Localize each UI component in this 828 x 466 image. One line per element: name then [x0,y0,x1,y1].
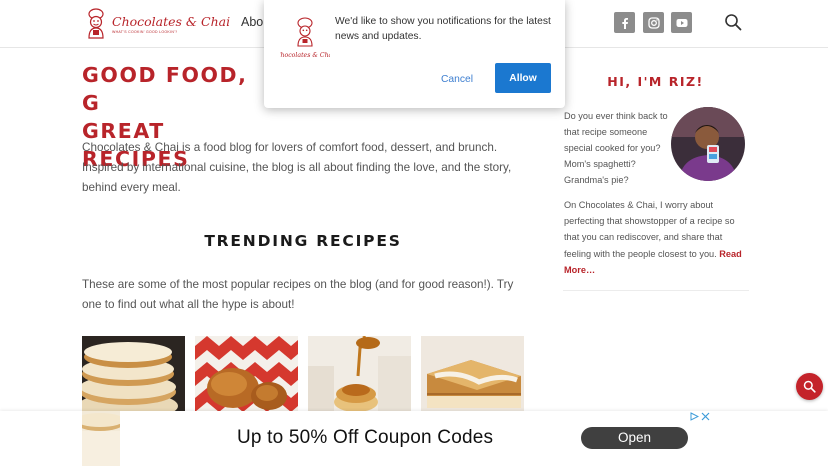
ad-banner[interactable]: Up to 50% Off Coupon Codes Open [0,411,828,466]
sidebar-intro-text: Do you ever think back to that recipe so… [564,111,668,185]
sidebar-about-text: On Chocolates & Chai, I worry about perf… [564,197,750,278]
logo-tagline: WHAT'S COOKIN' GOOD LOOKIN'? [112,30,178,34]
recipe-thumb-french-toast[interactable] [421,336,524,416]
ad-close-icon[interactable] [701,412,710,421]
ad-info-icon[interactable] [690,412,700,421]
recipe-thumb-pancakes[interactable] [82,336,185,416]
ad-open-button[interactable]: Open [581,427,688,449]
popup-message: We'd like to show you notifications for … [335,16,551,42]
intro-paragraph: Chocolates & Chai is a food blog for lov… [82,141,512,194]
svg-text:Chocolates & Chai: Chocolates & Chai [280,52,330,59]
instagram-icon[interactable] [643,12,664,33]
popup-logo-icon: Chocolates & Chai [276,16,334,62]
youtube-icon[interactable] [671,12,692,33]
author-avatar [671,107,745,181]
notification-permission-popup: Chocolates & Chai We'd like to show you … [264,0,565,108]
search-icon[interactable] [724,13,742,31]
facebook-icon[interactable] [614,12,635,33]
floating-search-button[interactable] [796,373,823,400]
ad-image [82,411,120,466]
recipe-thumb-mini-pancakes[interactable] [308,336,411,416]
ad-choices[interactable] [690,412,710,421]
allow-button[interactable]: Allow [495,63,551,93]
recipe-thumb-fried-chicken[interactable] [195,336,298,416]
trending-description: These are some of the most popular recip… [82,278,514,311]
logo-title: Chocolates & Chai [112,14,231,29]
sidebar-about-body: On Chocolates & Chai, I worry about perf… [564,200,735,259]
ad-headline: Up to 50% Off Coupon Codes [237,427,494,448]
sidebar-divider [563,290,749,291]
sidebar-title: HI, I'M RIZ! [607,74,704,89]
chef-mascot-icon [84,8,108,40]
cancel-button[interactable]: Cancel [434,68,480,90]
site-logo[interactable]: Chocolates & Chai WHAT'S COOKIN' GOOD LO… [84,6,230,42]
search-icon [803,380,816,393]
trending-recipes-heading: TRENDING RECIPES [204,232,402,250]
